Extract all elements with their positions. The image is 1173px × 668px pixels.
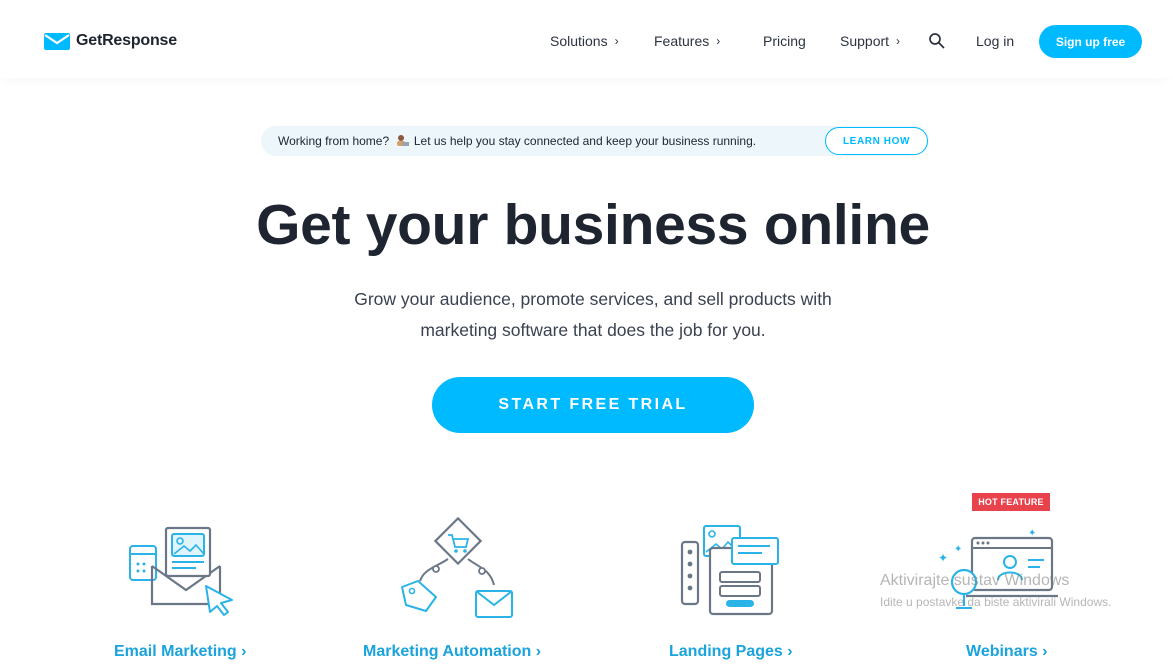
hero-title: Get your business online xyxy=(256,193,930,257)
hot-feature-badge: HOT FEATURE xyxy=(972,493,1050,511)
svg-text:✦: ✦ xyxy=(954,544,962,555)
hero-subtitle-line-1: Grow your audience, promote services, an… xyxy=(354,289,832,309)
windows-activation-watermark-title: Aktivirajte sustav Windows xyxy=(880,572,1070,589)
logo[interactable]: GetResponse xyxy=(44,29,177,53)
svg-text:✦: ✦ xyxy=(938,551,948,565)
banner-text-end: Let us help you stay connected and keep … xyxy=(413,134,757,148)
login-link[interactable]: Log in xyxy=(976,33,1014,49)
nav-label: Features xyxy=(654,33,710,49)
signup-button[interactable]: Sign up free xyxy=(1039,25,1142,58)
banner-text: Working from home? Let us help you stay … xyxy=(278,134,756,148)
marketing-automation-link[interactable]: Marketing Automation › xyxy=(363,643,541,661)
windows-activation-watermark-subtitle: Idite u postavke da biste aktivirali Win… xyxy=(880,595,1112,609)
nav-solutions[interactable]: Solutions › xyxy=(550,33,619,49)
nav-label: Pricing xyxy=(763,33,806,49)
email-marketing-link[interactable]: Email Marketing › xyxy=(114,643,246,661)
nav-pricing[interactable]: Pricing xyxy=(763,33,806,49)
landing-pages-link[interactable]: Landing Pages › xyxy=(669,643,793,661)
banner-text-start: Working from home? xyxy=(278,134,390,148)
chevron-right-icon: › xyxy=(614,34,619,48)
search-icon[interactable] xyxy=(928,32,946,50)
announcement-banner: Working from home? Let us help you stay … xyxy=(261,126,929,156)
chevron-right-icon: › xyxy=(896,34,901,48)
nav-support[interactable]: Support › xyxy=(840,33,900,49)
hero-subtitle-line-2: marketing software that does the job for… xyxy=(420,320,766,340)
login-label: Log in xyxy=(976,33,1015,49)
nav-label: Solutions xyxy=(550,33,608,49)
chevron-right-icon: › xyxy=(716,34,721,48)
person-at-laptop-icon xyxy=(396,135,409,146)
webinars-link[interactable]: Webinars › xyxy=(966,643,1048,661)
site-header: GetResponse Solutions › Features › Prici… xyxy=(0,0,1173,78)
learn-how-button[interactable]: LEARN HOW xyxy=(825,127,928,155)
start-free-trial-button[interactable]: START FREE TRIAL xyxy=(432,377,754,433)
hero-subtitle: Grow your audience, promote services, an… xyxy=(0,284,1173,346)
nav-label: Support xyxy=(840,33,890,49)
email-marketing-icon[interactable] xyxy=(128,524,240,616)
envelope-logo-icon xyxy=(44,32,70,50)
brand-name: GetResponse xyxy=(76,32,177,49)
marketing-automation-icon[interactable] xyxy=(396,517,520,623)
landing-pages-icon[interactable] xyxy=(678,520,784,620)
nav-features[interactable]: Features › xyxy=(654,33,720,49)
